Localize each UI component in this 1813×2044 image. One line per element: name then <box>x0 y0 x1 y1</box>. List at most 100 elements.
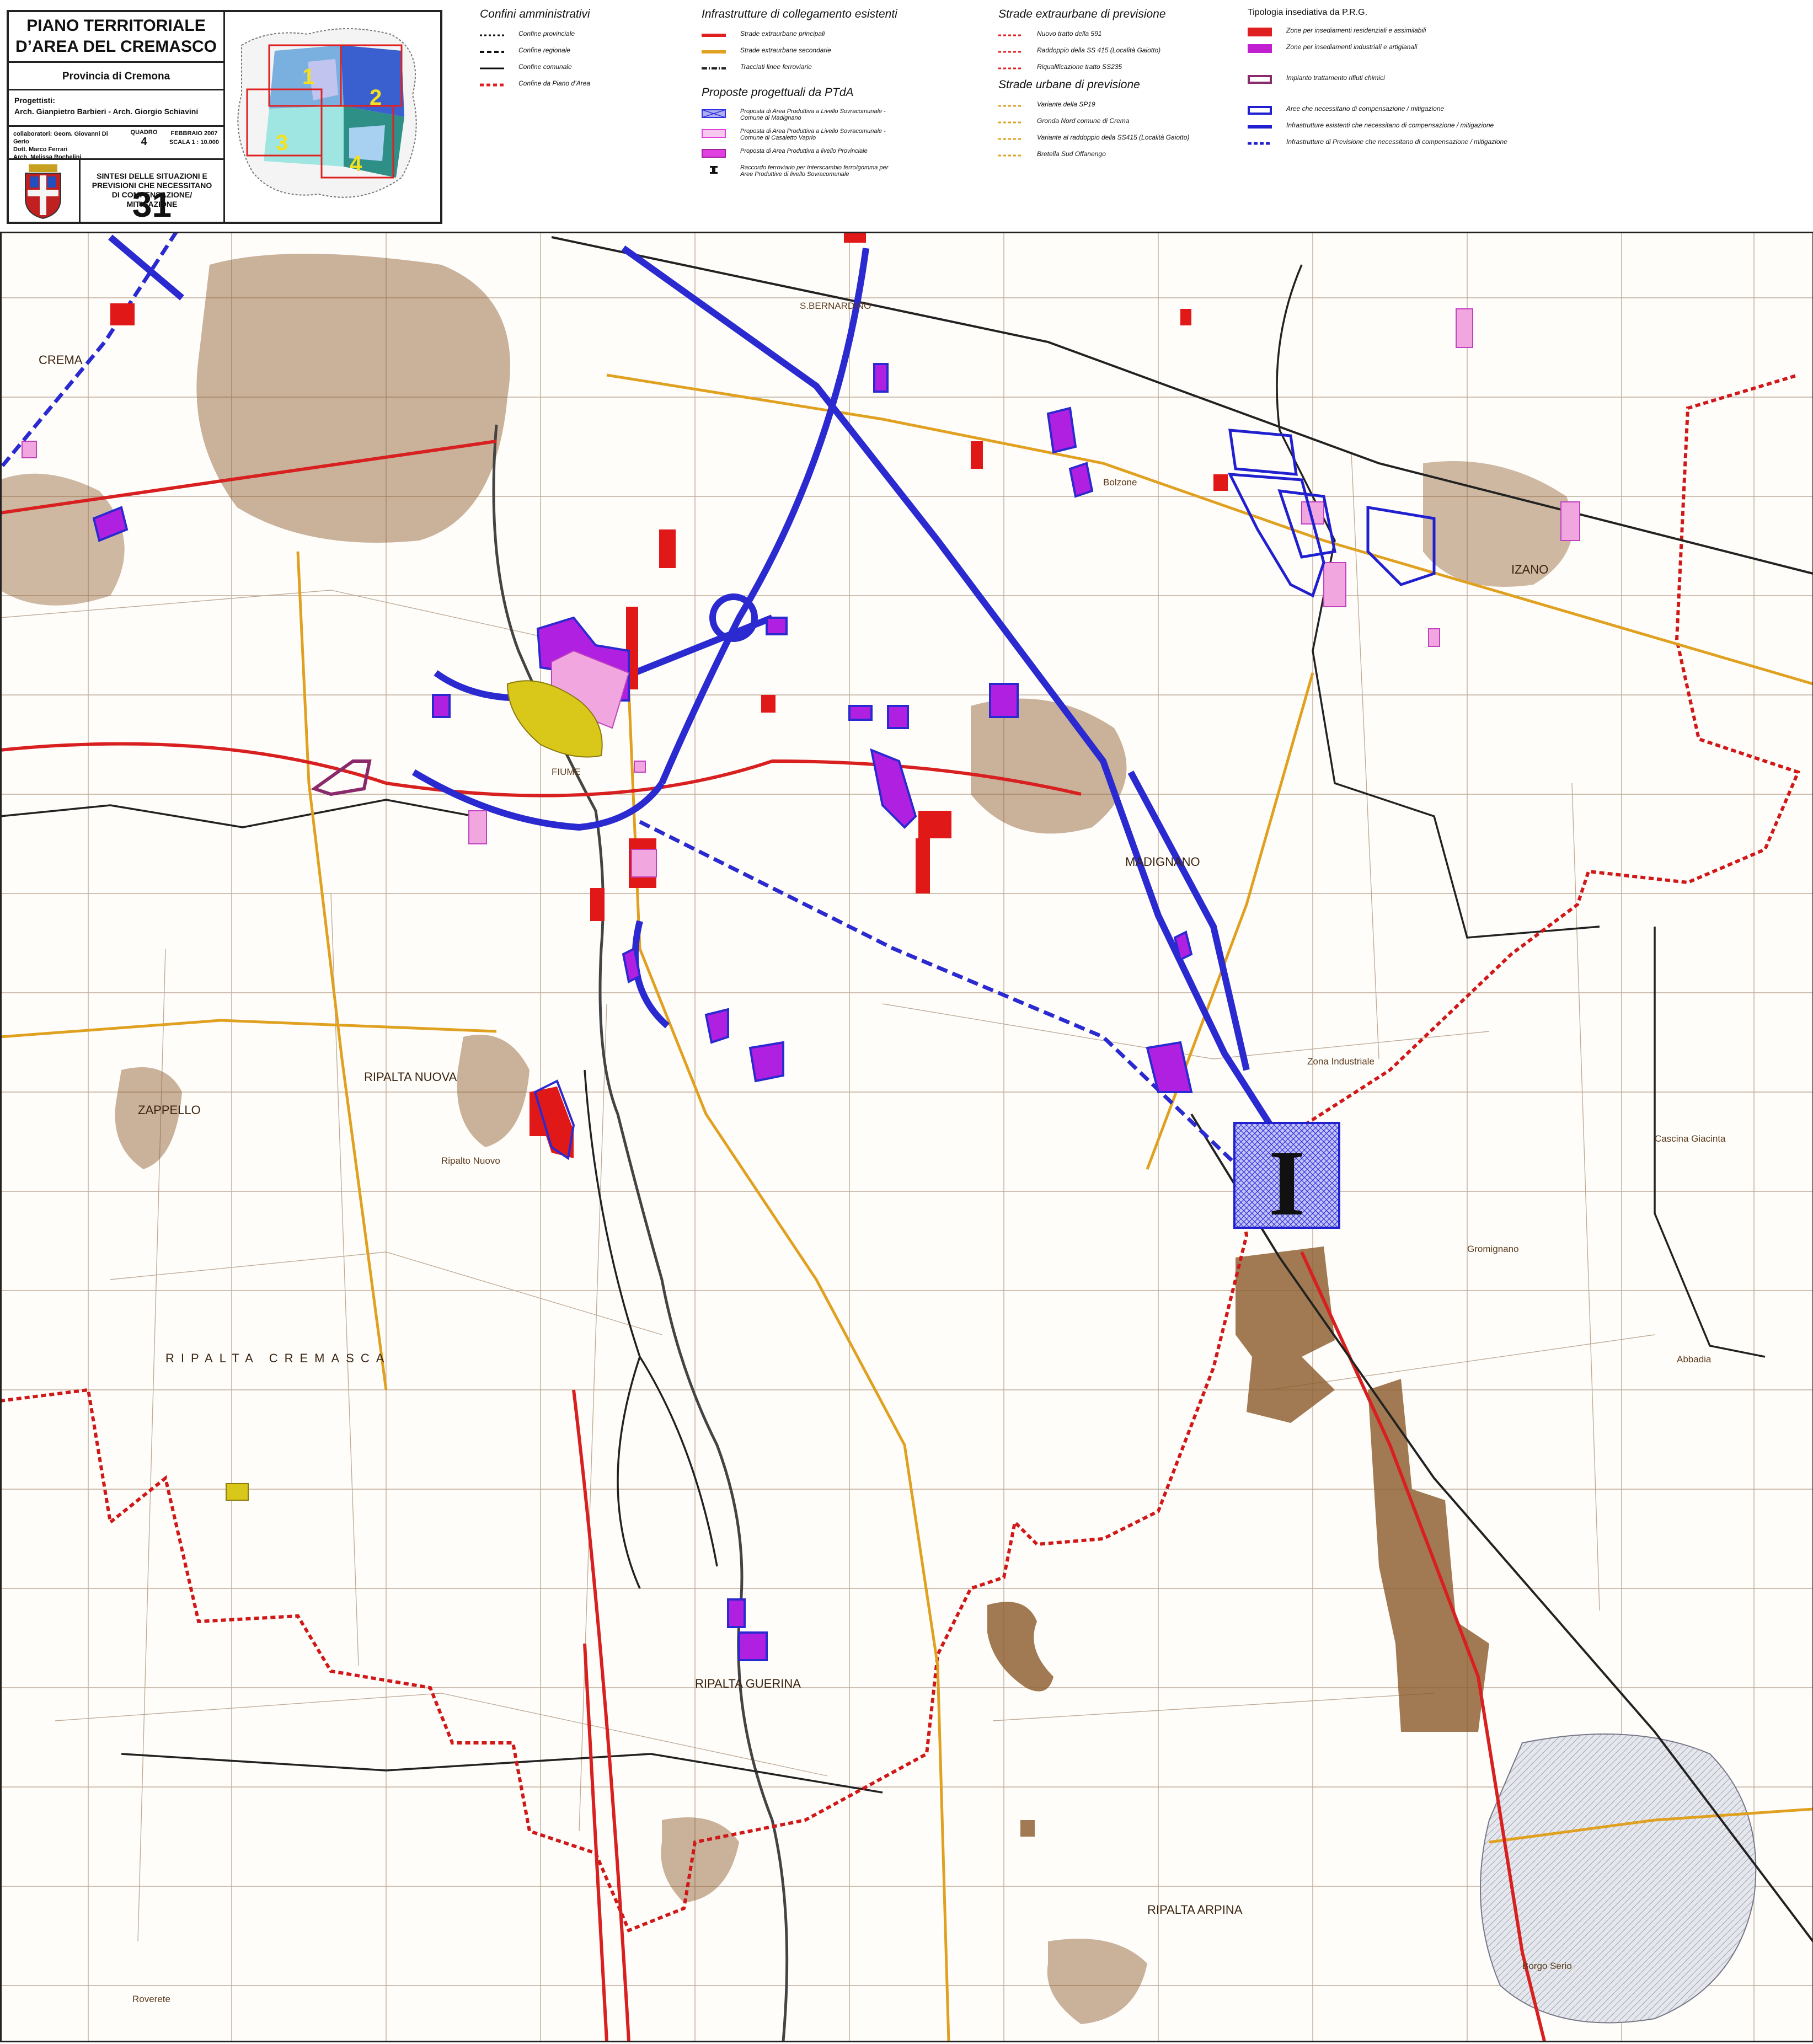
legend-item: Confine provinciale <box>480 29 590 45</box>
main-road-symbol <box>702 34 726 37</box>
planned-infra-symbol <box>1248 142 1272 145</box>
plan-title: PIANO TERRITORIALE D’AREA DEL CREMASCO <box>9 12 225 63</box>
key-map-label-3: 3 <box>276 131 288 155</box>
legend-label: Proposta di Area Produttiva a Livello So… <box>740 128 886 141</box>
sheet-number: 4 <box>141 136 147 148</box>
legend-strade-extraurbane-heading: Strade extraurbane di previsione <box>998 8 1166 20</box>
map-area[interactable]: I CREMA S.BERNARDINO IZANO MADIGNANO RIP… <box>0 231 1813 2042</box>
planned-road-symbol <box>998 51 1023 53</box>
plan-boundary-symbol <box>480 83 504 87</box>
legend-label: Strade extraurbane principali <box>740 30 825 38</box>
chemical-plant-symbol <box>1248 75 1272 84</box>
legend-item: Bretella Sud Offanengo <box>998 149 1166 165</box>
legend-item: Raddoppio della SS 415 (Località Gaiotto… <box>998 45 1166 62</box>
legend-item: Confine da Piano d’Area <box>480 78 590 95</box>
legend-item: Tracciati linee ferroviarie <box>702 62 897 78</box>
legend-item: Confine comunale <box>480 62 590 78</box>
key-map-label-4: 4 <box>350 152 362 176</box>
planned-road-symbol <box>998 34 1023 36</box>
legend-item: Variante della SP19 <box>998 99 1166 116</box>
legend-label: Zone per insediamenti industriali e arti… <box>1286 43 1418 51</box>
legend-label: Raddoppio della SS 415 (Località Gaiotto… <box>1037 46 1161 54</box>
legend-label: Bretella Sud Offanengo <box>1037 150 1106 158</box>
collaborators: collaboratori: Geom. Giovanni Di Gerio D… <box>13 131 108 160</box>
sheet-header: PIANO TERRITORIALE D’AREA DEL CREMASCO P… <box>0 0 1813 232</box>
legend-label: Confine provinciale <box>518 30 575 38</box>
legend-label: Tracciati linee ferroviarie <box>740 63 812 71</box>
legend-label: Variante al raddoppio della SS415 (Local… <box>1037 133 1190 141</box>
key-map-label-1: 1 <box>302 65 314 89</box>
existing-infra-symbol <box>1248 125 1272 129</box>
sheet-scale: SCALA 1 : 10.000 <box>169 139 220 146</box>
proposal-madignano-symbol <box>702 109 726 118</box>
legend-infrastrutture-heading: Infrastrutture di collegamento esistenti <box>702 8 897 20</box>
legend-label: Zone per insediamenti residenziali e ass… <box>1286 26 1426 34</box>
legend-item: Zone per insediamenti industriali e arti… <box>1248 42 1417 58</box>
sheet-label: QUADRO <box>130 129 158 136</box>
legend-item: Strade extraurbane principali <box>702 29 897 45</box>
legend-label: Proposta di Area Produttiva a Livello So… <box>740 108 886 121</box>
legend-confini: Confini amministrativi Confine provincia… <box>480 8 590 95</box>
legend-item: Confine regionale <box>480 45 590 62</box>
legend-item: Proposta di Area Produttiva a Livello So… <box>702 127 897 147</box>
collaborators-row: collaboratori: Geom. Giovanni Di Gerio D… <box>9 127 225 160</box>
provincial-boundary-symbol <box>480 34 504 36</box>
planned-road-symbol <box>998 67 1023 69</box>
map-frame <box>0 232 1813 2042</box>
legend-proposte-heading: Proposte progettuali da PTdA <box>702 86 854 99</box>
regional-boundary-symbol <box>480 51 504 53</box>
compensation-area-symbol <box>1248 106 1272 115</box>
sheet-subject: SINTESI DELLE SITUAZIONI E PREVISIONI CH… <box>81 160 225 224</box>
legend-item: Nuovo tratto della 591 <box>998 29 1166 45</box>
legend-label: Confine regionale <box>518 46 571 54</box>
legend-infrastrutture: Infrastrutture di collegamento esistenti… <box>702 8 897 183</box>
residential-zone-symbol <box>1248 28 1272 36</box>
table-number: 31 <box>132 185 172 224</box>
legend-label: Gronda Nord comune di Crema <box>1037 117 1130 125</box>
legend-label: Infrastrutture esistenti che necessitano… <box>1286 121 1494 129</box>
legend-label: Proposta di Area Produttiva a livello Pr… <box>740 148 868 154</box>
legend-label: Riqualificazione tratto SS235 <box>1037 63 1122 71</box>
legend-label: Impianto trattamento rifiuti chimici <box>1286 74 1385 82</box>
key-map: 1 2 3 4 <box>225 12 440 222</box>
legend-tipologia: Tipologia insediativa da P.R.G. Zone per… <box>1248 8 1507 153</box>
legend-label: Infrastrutture di Previsione che necessi… <box>1286 138 1507 146</box>
province-name: Provincia di Cremona <box>9 63 225 90</box>
sheet-date: FEBBRAIO 2007 <box>170 130 218 137</box>
legend-label: Strade extraurbane secondarie <box>740 46 831 54</box>
rail-junction-icon <box>710 166 718 174</box>
legend-item: Riqualificazione tratto SS235 <box>998 62 1166 78</box>
sheet-id: QUADRO 4 <box>125 129 163 148</box>
planned-urban-road-symbol <box>998 105 1023 107</box>
legend-label: Variante della SP19 <box>1037 100 1095 108</box>
legend-strade-urbane-heading: Strade urbane di previsione <box>998 78 1140 91</box>
legend-item: Zone per insediamenti residenziali e ass… <box>1248 25 1426 42</box>
planned-urban-road-symbol <box>998 138 1023 140</box>
legend-item: Raccordo ferroviario per Interscambio fe… <box>702 163 897 183</box>
province-crest-icon <box>9 160 81 224</box>
legend-label: Confine comunale <box>518 63 572 71</box>
legend-item: Variante al raddoppio della SS415 (Local… <box>998 132 1189 149</box>
title-block: PIANO TERRITORIALE D’AREA DEL CREMASCO P… <box>7 10 442 224</box>
date-scale: FEBBRAIO 2007 SCALA 1 : 10.000 <box>165 129 223 147</box>
planned-urban-road-symbol <box>998 121 1023 124</box>
legend-item: Proposta di Area Produttiva a Livello So… <box>702 107 897 127</box>
legend-item: Gronda Nord comune di Crema <box>998 116 1166 132</box>
designers: Progettisti: Arch. Gianpietro Barbieri -… <box>9 90 225 127</box>
municipal-boundary-symbol <box>480 67 504 69</box>
legend-label: Aree che necessitano di compensazione / … <box>1286 105 1445 113</box>
legend-item: Aree che necessitano di compensazione / … <box>1248 104 1444 120</box>
legend-strade-previsione: Strade extraurbane di previsione Nuovo t… <box>998 8 1189 165</box>
proposal-provincial-symbol <box>702 149 726 158</box>
legend-label: Confine da Piano d’Area <box>518 79 591 87</box>
proposal-casaletto-symbol <box>702 129 726 138</box>
legend-item: Infrastrutture di Previsione che necessi… <box>1248 137 1507 153</box>
legend-label: Raccordo ferroviario per Interscambio fe… <box>740 164 889 178</box>
legend-item: Impianto trattamento rifiuti chimici <box>1248 73 1385 89</box>
legend-confini-heading: Confini amministrativi <box>480 8 590 20</box>
legend-label: Nuovo tratto della 591 <box>1037 30 1102 38</box>
planned-urban-road-symbol <box>998 154 1023 157</box>
legend-item: Proposta di Area Produttiva a livello Pr… <box>702 147 897 163</box>
key-map-label-2: 2 <box>370 85 382 110</box>
secondary-road-symbol <box>702 50 726 53</box>
